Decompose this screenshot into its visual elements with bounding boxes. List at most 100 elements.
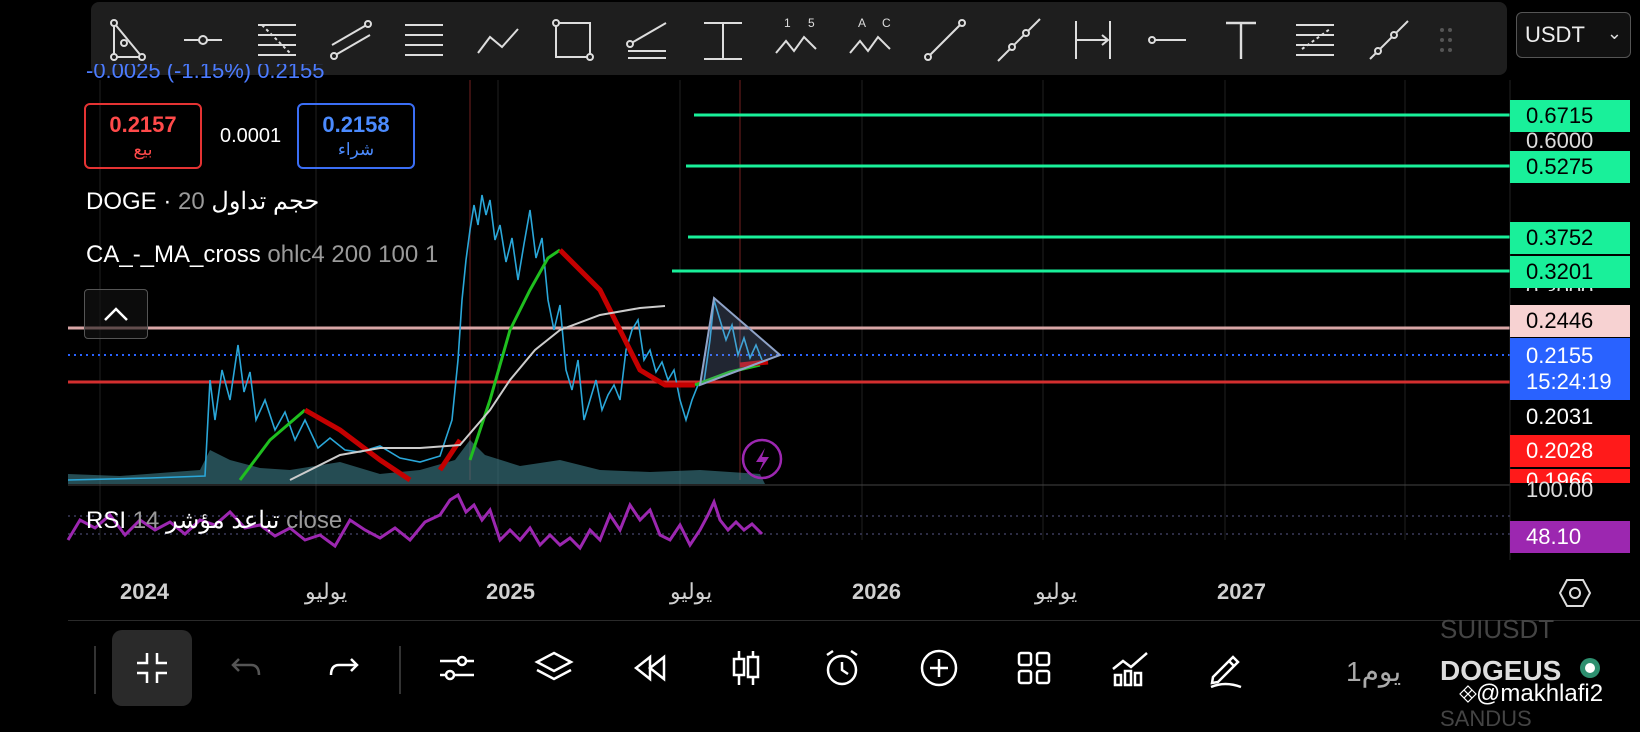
chart-bars-icon bbox=[1112, 652, 1148, 687]
trend-line-icon[interactable] bbox=[917, 12, 973, 68]
text-tool-icon[interactable] bbox=[1213, 12, 1269, 68]
chevron-up-icon bbox=[104, 307, 128, 321]
long-position-icon[interactable] bbox=[695, 12, 751, 68]
currency-value: USDT bbox=[1525, 22, 1585, 47]
binance-logo-icon bbox=[1459, 685, 1477, 703]
pitchfork-icon[interactable] bbox=[619, 12, 675, 68]
buy-price: 0.2158 bbox=[322, 112, 390, 137]
path-tool-icon[interactable] bbox=[471, 12, 527, 68]
layout-button[interactable] bbox=[1002, 636, 1066, 700]
time-label-july-2025: يوليو bbox=[670, 579, 713, 604]
extended-line-icon[interactable] bbox=[991, 12, 1047, 68]
drag-handle-icon[interactable] bbox=[1431, 12, 1461, 68]
coin-badge-icon bbox=[1580, 658, 1600, 678]
spread-value: 0.0001 bbox=[220, 125, 282, 147]
ma-indicator-params: ohlc4 200 100 1 bbox=[260, 241, 439, 268]
sell-button[interactable]: 0.2157 بيع bbox=[84, 103, 202, 169]
ma-fast-green bbox=[238, 248, 561, 481]
bottom-separator-1 bbox=[94, 646, 96, 694]
sliders-icon bbox=[440, 655, 474, 681]
level-badge-0.2031: 0.2031 bbox=[1526, 404, 1594, 429]
sell-price: 0.2157 bbox=[109, 112, 177, 137]
abcd-pattern-icon[interactable]: AC bbox=[843, 12, 899, 68]
fullscreen-toggle-button[interactable] bbox=[112, 630, 192, 706]
alarm-clock-icon bbox=[826, 649, 858, 686]
elliott-label-1: 1 bbox=[784, 16, 791, 30]
level-badge-0.3752[interactable]: 0.3752 bbox=[1510, 222, 1630, 254]
collapse-legend-button[interactable] bbox=[84, 289, 148, 339]
chart-settings-icon[interactable] bbox=[1558, 576, 1592, 615]
time-label-2024: 2024 bbox=[120, 579, 169, 604]
symbol-list-item-previous[interactable]: SUIUSDT bbox=[1440, 614, 1554, 645]
indicator-settings-button[interactable] bbox=[425, 636, 489, 700]
fib-retracement-icon[interactable] bbox=[249, 12, 305, 68]
rewind-icon bbox=[633, 654, 666, 682]
buy-button[interactable]: 0.2158 شراء bbox=[297, 103, 415, 169]
horizontal-ray-icon[interactable] bbox=[175, 12, 231, 68]
time-label-july-2024: يوليو bbox=[305, 579, 348, 604]
date-range-icon[interactable] bbox=[1065, 12, 1121, 68]
ma-indicator-name: CA_-_MA_cross bbox=[86, 241, 261, 268]
level-badge-0.2028: 0.2028 bbox=[1510, 435, 1630, 467]
parallel-channel-icon[interactable] bbox=[323, 12, 379, 68]
layers-button[interactable] bbox=[522, 636, 586, 700]
triangle-pattern-tool-icon[interactable] bbox=[99, 12, 155, 68]
drawing-tools-button[interactable] bbox=[1194, 636, 1258, 700]
grid-icon bbox=[1017, 651, 1051, 685]
redo-icon bbox=[329, 658, 359, 676]
vertical-markers bbox=[469, 80, 741, 480]
buy-label: شراء bbox=[337, 140, 375, 159]
volume-indicator-param: 20 bbox=[178, 188, 212, 215]
price-series bbox=[67, 194, 763, 481]
replay-button[interactable] bbox=[617, 636, 681, 700]
level-badge-0.5275[interactable]: 0.5275 bbox=[1510, 151, 1630, 183]
collapse-fullscreen-icon bbox=[137, 653, 167, 683]
layers-icon bbox=[534, 651, 574, 681]
sell-label: بيع bbox=[133, 140, 153, 159]
level-badge-0.3201[interactable]: 0.3201 bbox=[1510, 256, 1630, 288]
level-badge-0.6715[interactable]: 0.6715 bbox=[1510, 100, 1630, 132]
fib-channel-icon[interactable] bbox=[1287, 12, 1343, 68]
level-badge-0.2446[interactable]: 0.2446 bbox=[1510, 305, 1630, 337]
currency-select[interactable]: USDT ⌄ bbox=[1516, 12, 1631, 58]
time-label-2026: 2026 bbox=[852, 579, 901, 604]
time-label-july-2026: يوليو bbox=[1035, 579, 1078, 604]
undo-button[interactable] bbox=[214, 636, 278, 700]
pencil-icon bbox=[1210, 655, 1242, 689]
chevron-down-icon: ⌄ bbox=[1606, 23, 1622, 43]
time-label-2025: 2025 bbox=[486, 579, 535, 604]
author-watermark: @makhlafi2 bbox=[1476, 680, 1604, 707]
rsi-indicator-name: RSI تباعد مؤشر bbox=[86, 507, 280, 534]
alert-button[interactable] bbox=[810, 636, 874, 700]
rsi-tick-100: 100.00 bbox=[1526, 477, 1594, 502]
candlestick-icon bbox=[732, 651, 760, 685]
alert-lightning-icon bbox=[741, 438, 783, 480]
horizontal-lines-icon[interactable] bbox=[396, 12, 452, 68]
symbol-list-item-next[interactable]: SANDUS bbox=[1440, 706, 1532, 732]
ma-cross-indicator-label[interactable]: CA_-_MA_cross ohlc4 200 100 1 bbox=[86, 241, 438, 269]
price-chart[interactable] bbox=[0, 0, 1640, 720]
interval-selector[interactable]: 1يوم bbox=[1346, 655, 1401, 688]
time-axis-separator bbox=[68, 620, 1640, 621]
plus-circle-icon bbox=[920, 649, 958, 687]
elliott-wave-icon[interactable]: 15 bbox=[769, 12, 825, 68]
redo-button[interactable] bbox=[312, 636, 376, 700]
last-price-badge: 0.2155 15:24:19 bbox=[1510, 338, 1630, 400]
volume-indicator-label[interactable]: DOGE · حجم تداول 20 bbox=[86, 187, 319, 216]
rectangle-icon[interactable] bbox=[545, 12, 601, 68]
info-line-icon[interactable] bbox=[1361, 12, 1417, 68]
horizontal-segment-icon[interactable] bbox=[1139, 12, 1195, 68]
elliott-label-5: 5 bbox=[808, 16, 815, 30]
add-button[interactable] bbox=[907, 636, 971, 700]
undo-icon bbox=[231, 658, 261, 676]
indicators-button[interactable] bbox=[1098, 636, 1162, 700]
bottom-separator-2 bbox=[399, 646, 401, 694]
price-change: -0.0025 (-1.15%) 0.2155 bbox=[86, 64, 325, 83]
rsi-value-badge: 48.10 bbox=[1510, 521, 1630, 553]
last-price: 0.2155 bbox=[1526, 343, 1594, 368]
time-label-2027: 2027 bbox=[1217, 579, 1266, 604]
rsi-indicator-label[interactable]: RSI تباعد مؤشر 14 close bbox=[86, 506, 342, 535]
chart-type-button[interactable] bbox=[714, 636, 778, 700]
abcd-label-c: C bbox=[882, 16, 891, 30]
abcd-label-a: A bbox=[858, 16, 866, 30]
